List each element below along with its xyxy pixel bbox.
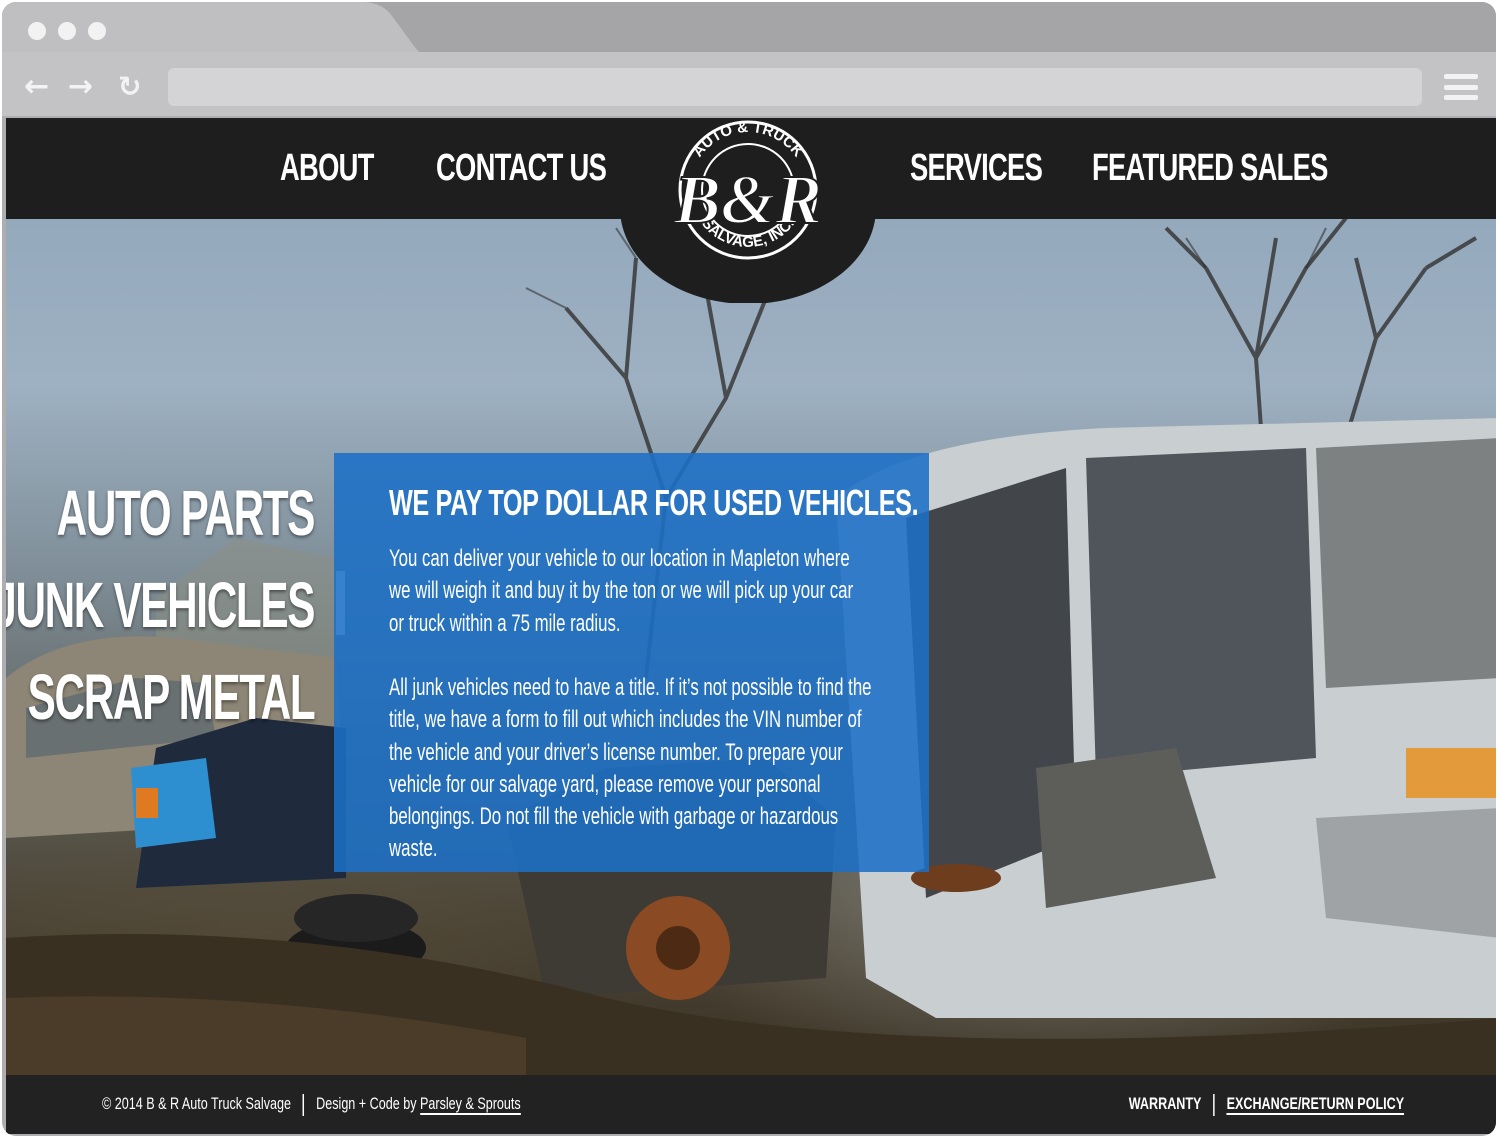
back-arrow-icon[interactable]: ← xyxy=(24,72,49,102)
nav-services[interactable]: SERVICES xyxy=(910,144,1043,192)
credit-prefix: Design + Code by xyxy=(316,1094,417,1113)
footer-links: WARRANTY EXCHANGE/RETURN POLICY xyxy=(1129,1092,1404,1116)
footer-credits: © 2014 B & R Auto Truck Salvage Design + … xyxy=(102,1092,521,1116)
info-panel: WE PAY TOP DOLLAR FOR USED VEHICLES. You… xyxy=(334,453,929,872)
page-viewport: ABOUT CONTACT US SERVICES FEATURED SALES… xyxy=(6,118,1496,1134)
browser-tab-bar xyxy=(2,2,1496,58)
panel-paragraph-delivery: You can deliver your vehicle to our loca… xyxy=(389,545,854,637)
footer-divider xyxy=(302,1093,305,1116)
page-footer: © 2014 B & R Auto Truck Salvage Design + … xyxy=(6,1075,1496,1134)
logo[interactable]: B&R Auto & Truck Salvage, Inc. AUTO & TR… xyxy=(620,118,876,303)
nav-featured-sales[interactable]: FEATURED SALES xyxy=(1092,144,1328,192)
warranty-link[interactable]: WARRANTY xyxy=(1129,1094,1202,1113)
address-bar[interactable] xyxy=(168,68,1422,106)
panel-paragraph-requirements: All junk vehicles need to have a title. … xyxy=(389,674,872,863)
svg-text:B&R: B&R xyxy=(673,162,822,239)
nav-about[interactable]: ABOUT xyxy=(280,144,374,192)
maximize-window-dot[interactable] xyxy=(88,22,106,40)
reload-icon[interactable]: ↻ xyxy=(118,72,141,102)
nav-contact-us[interactable]: CONTACT US xyxy=(436,144,607,192)
window-controls xyxy=(28,22,106,40)
footer-divider xyxy=(1213,1093,1215,1116)
forward-arrow-icon[interactable]: → xyxy=(68,72,93,102)
browser-window: ← → ↻ ABOUT CONTACT US SERVICES FEATURED… xyxy=(2,2,1496,1136)
service-junk-vehicles[interactable]: JUNK VEHICLES xyxy=(6,570,315,640)
hamburger-menu-icon[interactable] xyxy=(1444,74,1478,100)
browser-tab[interactable] xyxy=(2,2,1496,58)
credit-link[interactable]: Parsley & Sprouts xyxy=(420,1094,521,1115)
copyright-text: © 2014 B & R Auto Truck Salvage xyxy=(102,1094,291,1113)
minimize-window-dot[interactable] xyxy=(58,22,76,40)
panel-title: WE PAY TOP DOLLAR FOR USED VEHICLES. xyxy=(389,482,919,523)
close-window-dot[interactable] xyxy=(28,22,46,40)
service-scrap-metal[interactable]: SCRAP METAL xyxy=(27,662,315,732)
service-auto-parts[interactable]: AUTO PARTS xyxy=(57,478,316,548)
exchange-return-policy-link[interactable]: EXCHANGE/RETURN POLICY xyxy=(1226,1094,1404,1115)
